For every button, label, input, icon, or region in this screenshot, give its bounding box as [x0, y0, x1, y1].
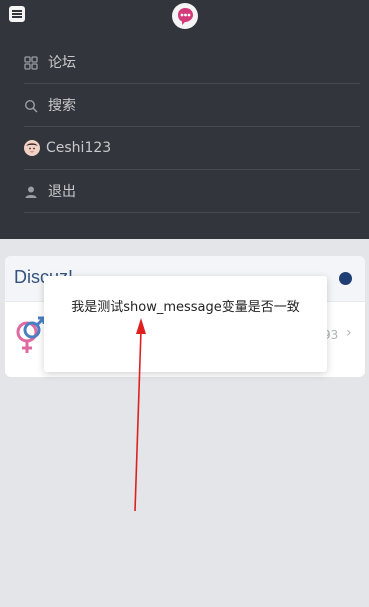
search-icon [24, 98, 38, 113]
site-logo-icon[interactable] [172, 3, 198, 29]
menu-item-label: 搜索 [48, 98, 76, 114]
chevron-right-icon[interactable]: › [346, 325, 352, 341]
menu-item-search[interactable]: 搜索 [24, 84, 360, 127]
collapse-toggle-icon[interactable] [339, 272, 352, 285]
user-icon [24, 184, 38, 198]
menu-item-profile[interactable]: Ceshi123 [24, 127, 360, 170]
avatar [24, 140, 40, 156]
grid-icon [24, 55, 38, 70]
toast-message-text: 我是测试show_message变量是否一致 [71, 300, 300, 315]
gender-symbols-icon [12, 315, 48, 363]
menu-item-forum[interactable]: 论坛 [24, 41, 360, 84]
menu-item-logout[interactable]: 退出 [24, 170, 360, 213]
show-message-toast: 我是测试show_message变量是否一致 [44, 276, 327, 372]
menu-item-label: 退出 [48, 184, 76, 200]
hamburger-menu-icon[interactable] [9, 6, 25, 22]
menu-item-label: Ceshi123 [46, 140, 112, 156]
top-menu-panel: 论坛 搜索 Ceshi123 退出 [0, 0, 369, 239]
menu-item-label: 论坛 [48, 55, 76, 71]
